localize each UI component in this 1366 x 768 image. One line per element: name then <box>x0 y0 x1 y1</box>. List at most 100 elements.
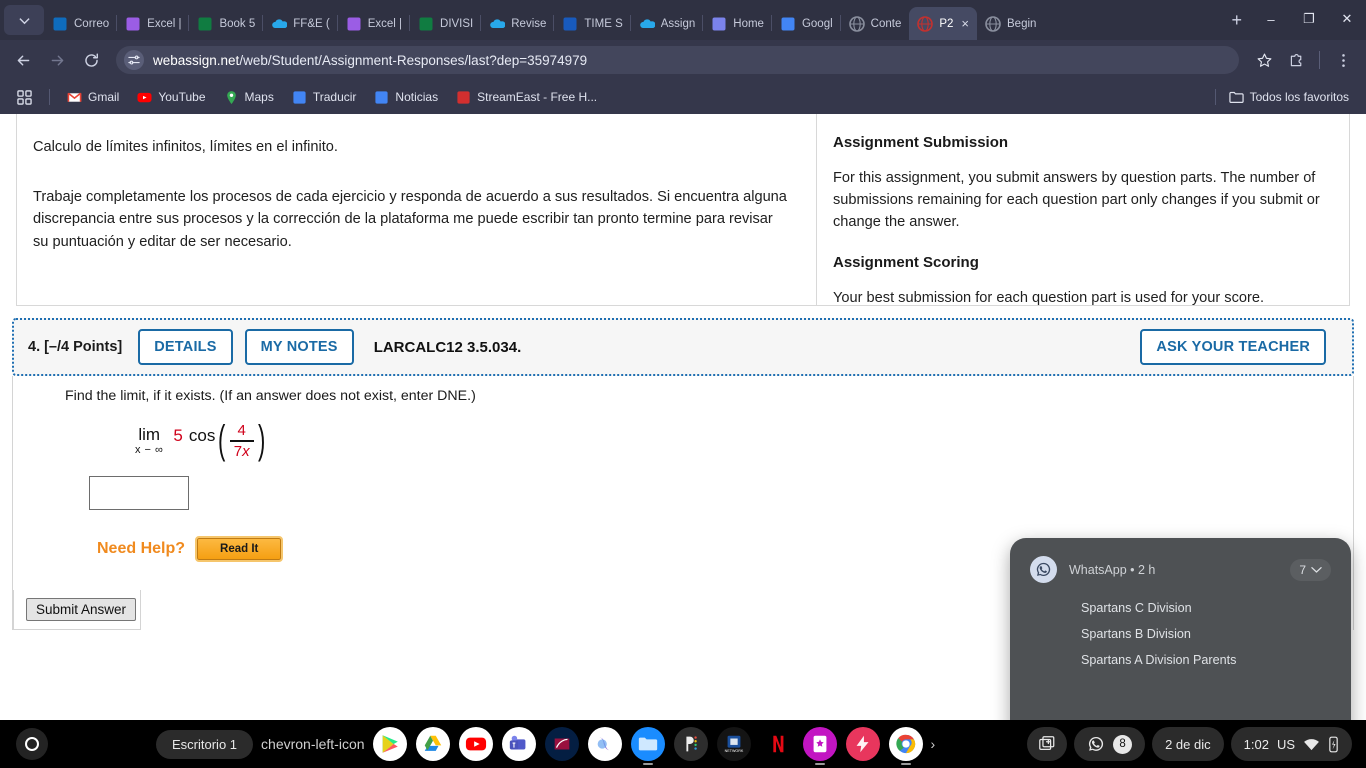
browser-tab[interactable]: Revise <box>480 7 554 40</box>
desktop-switcher-button[interactable]: Escritorio 1 <box>156 729 254 759</box>
right-paren: ) <box>257 418 265 462</box>
browser-tab[interactable]: Book 5 <box>188 7 263 40</box>
tab-title: Book 5 <box>219 17 256 30</box>
youtube-icon[interactable] <box>458 727 493 761</box>
answer-input[interactable] <box>89 476 189 510</box>
tab-list: Correo Excel | Book 5 FF&E (Excel | DIVISI Re… <box>44 0 1221 40</box>
bookmark-item[interactable]: Gmail <box>60 87 126 108</box>
apps-grid-button[interactable] <box>10 87 39 108</box>
bookmark-item[interactable]: YouTube <box>130 87 212 108</box>
arrow-left-icon <box>17 55 29 65</box>
system-status-button[interactable]: 1:02 US <box>1230 727 1352 761</box>
whatsapp-taskbar-button[interactable]: 8 <box>1074 727 1146 761</box>
submit-answer-button[interactable]: Submit Answer <box>26 598 137 621</box>
browser-tab[interactable]: P2 × <box>909 7 978 40</box>
lucid-icon[interactable] <box>845 727 880 761</box>
address-bar[interactable]: webassign.net/web/Student/Assignment-Res… <box>116 46 1239 74</box>
whatsapp-icon <box>1089 736 1104 751</box>
play-store-icon-glyph <box>382 735 398 753</box>
all-bookmarks-label: Todos los favoritos <box>1249 90 1349 104</box>
chevron-right-icon[interactable]: › <box>931 736 936 752</box>
notification-message[interactable]: Spartans C Division <box>1081 601 1331 615</box>
tab-title: Excel | <box>367 17 403 30</box>
url-text[interactable]: webassign.net/web/Student/Assignment-Res… <box>153 53 587 68</box>
all-bookmarks-button[interactable]: Todos los favoritos <box>1222 87 1356 107</box>
google-drive-icon[interactable] <box>415 727 450 761</box>
nfl-network-icon[interactable]: NETWORK <box>716 727 751 761</box>
youtube-icon <box>137 92 152 102</box>
minimize-button[interactable]: – <box>1252 4 1290 34</box>
browser-tab[interactable]: DIVISI <box>409 7 481 40</box>
bookmark-item[interactable]: Traducir <box>285 87 364 108</box>
new-tab-button[interactable]: + <box>1221 7 1252 40</box>
notification-count: 7 <box>1299 562 1306 577</box>
microsoft-teams-icon[interactable] <box>501 727 536 761</box>
notification-count-toggle[interactable]: 7 <box>1290 558 1331 581</box>
browser-tab[interactable]: Googl <box>770 7 841 40</box>
tab-title: P2 <box>939 17 954 30</box>
bookmarks-right: Todos los favoritos <box>1209 87 1356 107</box>
screenshot-icon[interactable] <box>1027 727 1068 761</box>
tab-title: FF&E ( <box>293 17 330 30</box>
question-prompt: Find the limit, if it exists. (If an ans… <box>65 388 476 404</box>
tab-search-button[interactable] <box>4 5 44 35</box>
word-icon <box>563 17 577 30</box>
restore-button[interactable]: ❐ <box>1290 4 1328 34</box>
teams-icon <box>712 17 726 30</box>
browser-tab[interactable]: Begin <box>977 7 1044 40</box>
question-header: 4. [–/4 Points] DETAILS MY NOTES LARCALC… <box>12 318 1354 376</box>
denominator-coefficient: 7 <box>233 442 243 460</box>
fraction-bar <box>229 440 254 442</box>
browser-tab[interactable]: Excel | <box>336 7 410 40</box>
extensions-button[interactable] <box>1281 45 1311 75</box>
netflix-icon[interactable] <box>759 727 794 761</box>
chevron-left-icon[interactable]: chevron-left-icon <box>261 736 365 752</box>
tab-title: Conte <box>870 17 902 30</box>
bookmark-label: Noticias <box>395 90 439 104</box>
browser-tab[interactable]: Correo <box>44 7 117 40</box>
browser-tab[interactable]: TIME S <box>553 7 630 40</box>
tune-icon <box>128 55 140 65</box>
bookmark-star-button[interactable] <box>1249 45 1279 75</box>
close-tab-icon[interactable]: × <box>961 16 969 31</box>
browser-chrome: Correo Excel | Book 5 FF&E (Excel | DIVISI Re… <box>0 0 1366 114</box>
bookmarks-divider <box>49 89 50 105</box>
read-it-button[interactable]: Read It <box>195 536 284 562</box>
copilot-icon-glyph <box>597 737 611 751</box>
files-icon-glyph <box>638 737 657 751</box>
notification-message[interactable]: Spartans A Division Parents <box>1081 653 1331 667</box>
browser-tab[interactable]: Conte <box>839 7 910 40</box>
forward-button[interactable] <box>42 45 72 75</box>
files-icon[interactable] <box>630 727 665 765</box>
question-number: 4. <box>28 339 41 355</box>
details-button[interactable]: DETAILS <box>138 329 233 365</box>
chrome-icon[interactable] <box>888 727 923 765</box>
browser-menu-button[interactable] <box>1328 45 1358 75</box>
reload-button[interactable] <box>76 45 106 75</box>
my-notes-button[interactable]: MY NOTES <box>244 329 354 365</box>
browser-tab[interactable]: Assign <box>629 7 704 40</box>
close-window-button[interactable]: ✕ <box>1328 4 1366 34</box>
copilot-icon[interactable] <box>587 727 622 761</box>
limit-operator: lim x − ∞ <box>135 426 163 456</box>
notification-message[interactable]: Spartans B Division <box>1081 627 1331 641</box>
whatsapp-notification-popup[interactable]: WhatsApp • 2 h 7 Spartans C Division Spar… <box>1010 538 1351 720</box>
bookmark-item[interactable]: Noticias <box>367 87 445 108</box>
browser-tab[interactable]: Home <box>702 7 772 40</box>
play-store-icon[interactable] <box>372 727 407 761</box>
solitaire-icon[interactable] <box>802 727 837 765</box>
globe-icon <box>848 15 865 32</box>
site-settings-icon[interactable] <box>124 50 144 70</box>
ask-your-teacher-button[interactable]: ASK YOUR TEACHER <box>1140 329 1326 365</box>
mlb-icon[interactable] <box>544 727 579 761</box>
bookmark-item[interactable]: StreamEast - Free H... <box>449 87 604 108</box>
back-button[interactable] <box>8 45 38 75</box>
browser-tab[interactable]: FF&E ( <box>262 7 337 40</box>
circle-home-icon[interactable] <box>16 728 48 760</box>
window-controls: – ❐ ✕ <box>1252 4 1366 40</box>
bookmark-item[interactable]: Maps <box>217 87 281 108</box>
date-button[interactable]: 2 de dic <box>1152 727 1224 761</box>
tab-title: Home <box>733 17 764 30</box>
photopea-icon[interactable] <box>673 727 708 761</box>
browser-tab[interactable]: Excel | <box>116 7 189 40</box>
